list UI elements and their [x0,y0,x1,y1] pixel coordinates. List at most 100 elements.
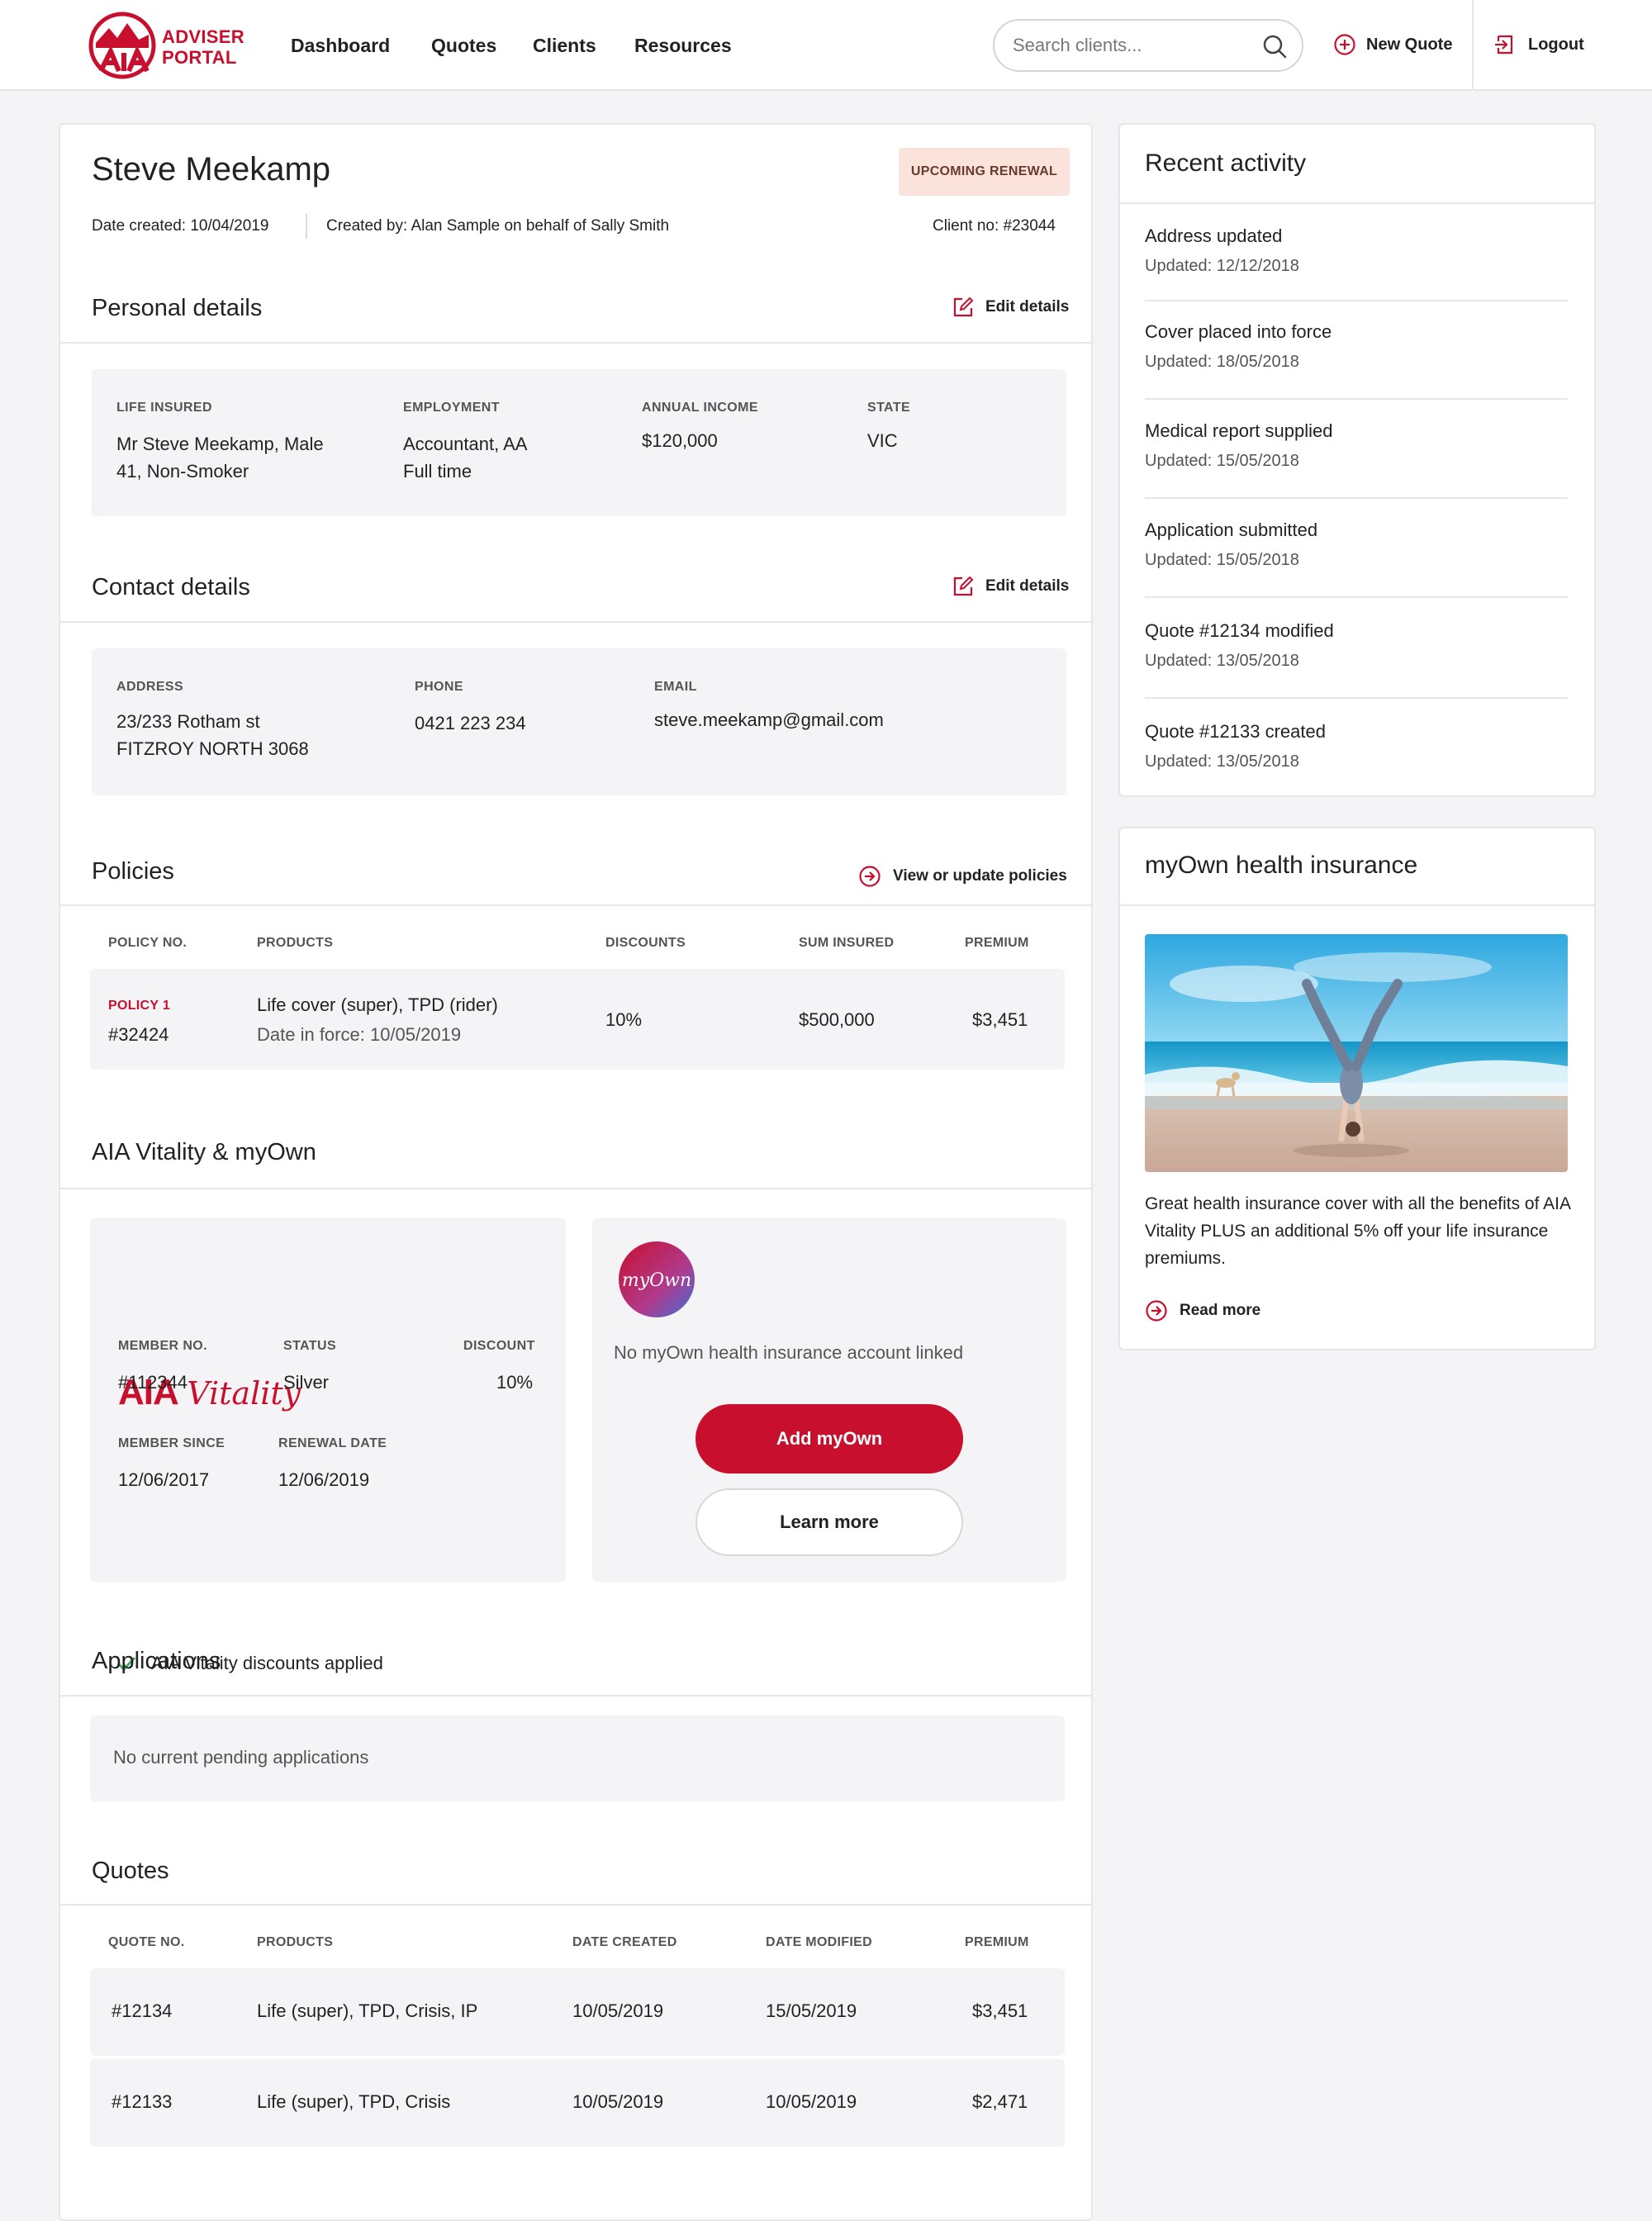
arrow-circle-icon [859,866,881,887]
activity-title: Quote #12133 created [1145,721,1326,742]
activity-divider [1145,697,1568,699]
quote-row[interactable]: #12133 Life (super), TPD, Crisis 10/05/2… [90,2059,1065,2147]
applications-empty-text: No current pending applications [113,1747,369,1768]
vitality-section-title: AIA Vitality & myOwn [92,1139,316,1165]
recent-activity-card: Recent activity Address updated Updated:… [1118,123,1596,797]
contact-details-title: Contact details [92,574,250,600]
brand-name: ADVISER PORTAL [162,26,244,68]
quote-created: 10/05/2019 [572,2091,664,2112]
section-divider [1120,904,1594,906]
quote-modified: 10/05/2019 [766,2091,857,2112]
activity-divider [1145,596,1568,598]
edit-icon [953,297,974,317]
employment-line2: Full time [403,461,472,482]
activity-date: Updated: 13/05/2018 [1145,652,1299,670]
nav-clients[interactable]: Clients [533,35,596,57]
read-more-link[interactable]: Read more [1145,1299,1260,1322]
personal-details-panel: LIFE INSURED Mr Steve Meekamp, Male 41, … [92,369,1066,516]
add-myown-button[interactable]: Add myOwn [695,1404,963,1474]
renewal-date-value: 12/06/2019 [278,1469,370,1490]
section-divider [60,1904,1091,1905]
logout-label: Logout [1528,35,1584,54]
member-no-label: MEMBER NO. [118,1339,207,1353]
policy-number: #32424 [108,1024,169,1045]
client-details-card: Steve Meekamp UPCOMING RENEWAL Date crea… [59,123,1093,2221]
myown-promo-card: myOwn health insurance Great health insu… [1118,827,1596,1350]
quote-number: #12134 [112,2000,173,2021]
myown-status-text: No myOwn health insurance account linked [614,1342,964,1363]
activity-item[interactable]: Quote #12133 created Updated: 13/05/2018 [1145,719,1568,771]
personal-details-title: Personal details [92,295,263,321]
quote-premium: $2,471 [972,2091,1028,2112]
view-update-policies-link[interactable]: View or update policies [858,865,1067,888]
section-divider [60,621,1091,623]
section-divider [60,342,1091,344]
policies-title: Policies [92,858,174,885]
view-policies-label: View or update policies [893,867,1067,885]
section-divider [60,1695,1091,1697]
activity-title: Medical report supplied [1145,420,1333,441]
brand-line2: PORTAL [162,47,237,68]
nav-dashboard[interactable]: Dashboard [291,35,390,57]
activity-divider [1145,497,1568,499]
status-value: Silver [283,1372,330,1393]
activity-date: Updated: 15/05/2018 [1145,452,1299,470]
search-icon[interactable] [1262,34,1287,59]
col-date-created: DATE CREATED [572,1935,677,1949]
activity-title: Cover placed into force [1145,321,1332,342]
activity-item[interactable]: Quote #12134 modified Updated: 13/05/201… [1145,619,1568,671]
edit-personal-label: Edit details [985,298,1070,316]
promo-title: myOwn health insurance [1145,852,1418,879]
activity-title: Quote #12134 modified [1145,620,1334,641]
discount-value: 10% [496,1372,534,1393]
employment-line1: Accountant, AA [403,434,528,454]
activity-title: Application submitted [1145,520,1318,540]
col-date-modified: DATE MODIFIED [766,1935,872,1949]
quote-modified: 15/05/2019 [766,2000,857,2021]
policy-products: Life cover (super), TPD (rider) [257,994,498,1015]
quote-row[interactable]: #12134 Life (super), TPD, Crisis, IP 10/… [90,1968,1065,2056]
applications-panel: No current pending applications [90,1716,1065,1801]
policy-discount: 10% [605,1009,643,1030]
annual-income-label: ANNUAL INCOME [642,401,758,415]
renewal-date-label: RENEWAL DATE [278,1436,387,1450]
plus-circle-icon [1334,34,1355,55]
discount-label: DISCOUNT [463,1339,535,1353]
logout-button[interactable]: Logout [1493,33,1584,56]
member-no-value: #112344 [118,1372,188,1393]
activity-divider [1145,300,1568,301]
quote-products: Life (super), TPD, Crisis, IP [257,2000,478,2021]
edit-personal-details-link[interactable]: Edit details [952,297,1069,318]
col-products: PRODUCTS [257,936,334,950]
state-label: STATE [867,401,911,415]
col-discounts: DISCOUNTS [605,936,686,950]
policy-row[interactable]: POLICY 1 #32424 Life cover (super), TPD … [90,969,1065,1070]
email-value: steve.meekamp@gmail.com [654,709,884,730]
edit-contact-details-link[interactable]: Edit details [952,576,1069,597]
col-sum-insured: SUM INSURED [799,936,895,950]
activity-item[interactable]: Application submitted Updated: 15/05/201… [1145,518,1568,570]
activity-item[interactable]: Cover placed into force Updated: 18/05/2… [1145,320,1568,372]
policy-in-force-date: Date in force: 10/05/2019 [257,1024,462,1045]
section-divider [60,1188,1091,1189]
client-name: Steve Meekamp [92,151,331,187]
section-divider [1120,202,1594,204]
search-box [993,19,1303,72]
activity-item[interactable]: Address updated Updated: 12/12/2018 [1145,224,1568,276]
learn-more-button[interactable]: Learn more [695,1488,963,1556]
member-since-label: MEMBER SINCE [118,1436,225,1450]
read-more-label: Read more [1180,1302,1261,1319]
brand-line1: ADVISER [162,26,244,47]
nav-quotes[interactable]: Quotes [431,35,496,57]
annual-income-value: $120,000 [642,430,718,451]
life-insured-value: Mr Steve Meekamp, Male 41, Non-Smoker [116,430,324,485]
renewal-status-badge: UPCOMING RENEWAL [899,148,1070,196]
activity-item[interactable]: Medical report supplied Updated: 15/05/2… [1145,419,1568,471]
new-quote-label: New Quote [1366,35,1453,54]
new-quote-button[interactable]: New Quote [1333,33,1452,56]
top-header: ADVISER PORTAL Dashboard Quotes Clients … [0,0,1652,91]
nav-resources[interactable]: Resources [634,35,732,57]
promo-description: Great health insurance cover with all th… [1145,1194,1570,1268]
search-input[interactable] [1013,32,1244,59]
email-label: EMAIL [654,680,697,694]
